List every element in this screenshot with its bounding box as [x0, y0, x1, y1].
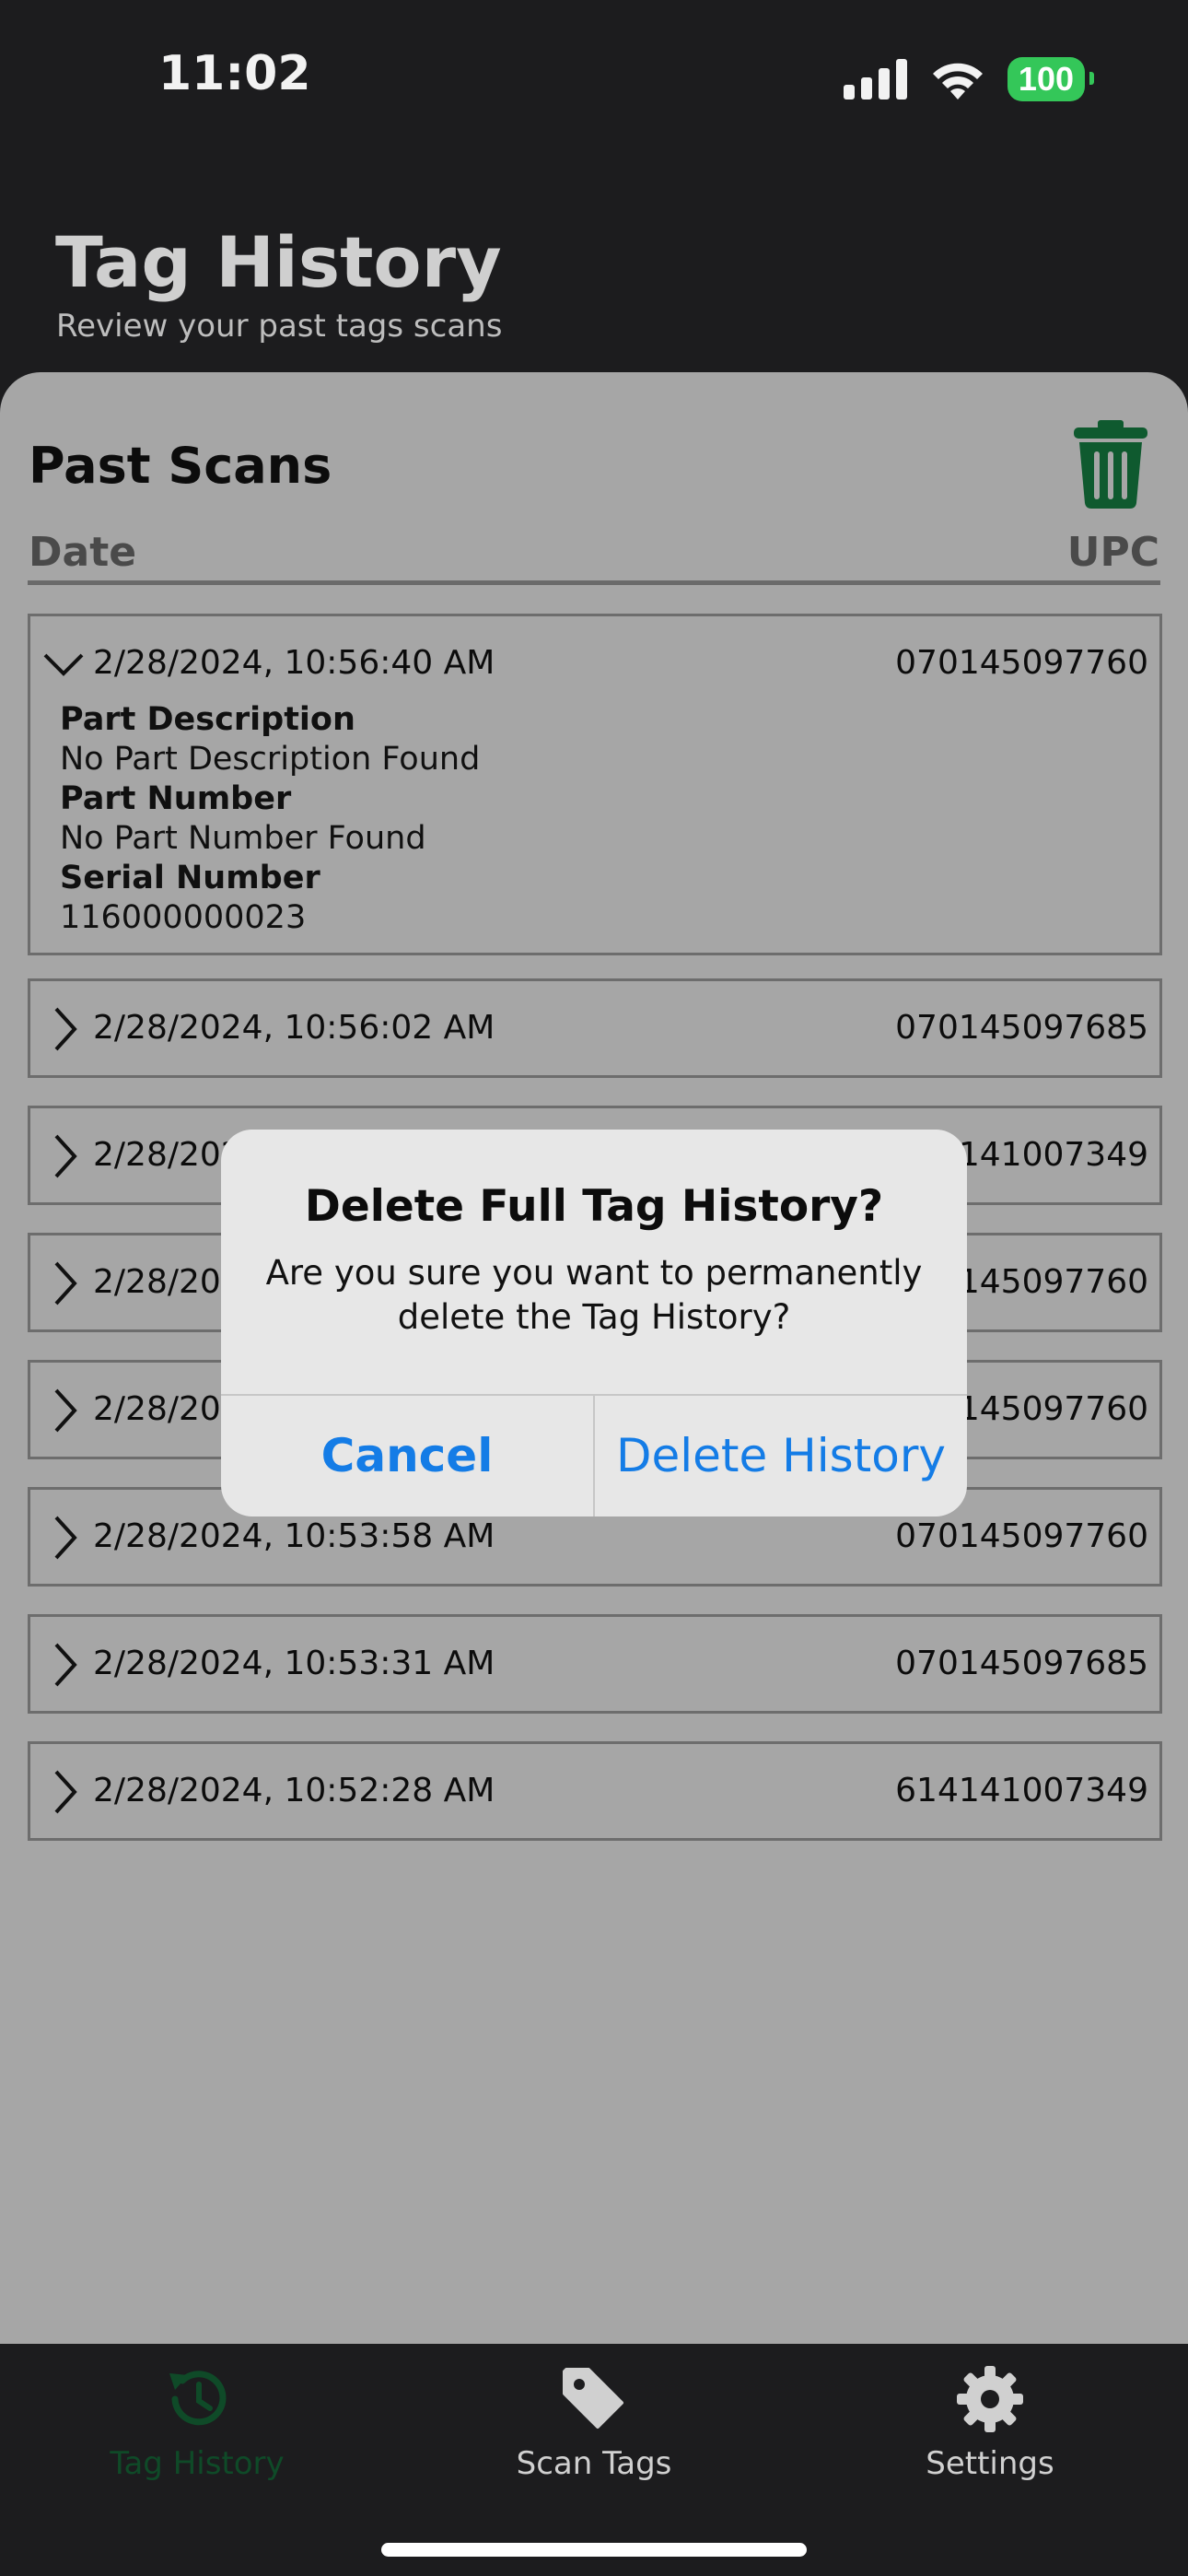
- page-title: Tag History: [55, 221, 502, 303]
- part-number-label: Part Number: [60, 780, 292, 817]
- scan-date: 2/28/2024, 10:56:40 AM: [93, 644, 495, 682]
- scan-date: 2/28/2024, 10:56:02 AM: [93, 1009, 495, 1047]
- chevron-right-icon[interactable]: [41, 1001, 86, 1057]
- scan-upc: 145097760: [958, 1390, 1148, 1428]
- chevron-right-icon[interactable]: [41, 1764, 86, 1820]
- cellular-signal-icon: [843, 59, 907, 100]
- status-icons: 100: [843, 57, 1095, 101]
- wifi-icon: [932, 63, 983, 100]
- scan-date: 2/28/2024, 10:53:31 AM: [93, 1645, 495, 1682]
- chevron-down-icon[interactable]: [41, 637, 86, 692]
- scan-row-expanded[interactable]: 2/28/2024, 10:56:40 AM 070145097760 Part…: [28, 614, 1162, 955]
- serial-number-label: Serial Number: [60, 860, 320, 896]
- chevron-right-icon[interactable]: [41, 1256, 86, 1311]
- scan-date: 2/28/202: [93, 1136, 242, 1174]
- scan-date: 2/28/202: [93, 1263, 242, 1301]
- delete-history-button[interactable]: Delete History: [595, 1396, 967, 1516]
- scan-upc: 070145097760: [895, 644, 1148, 682]
- page-subtitle: Review your past tags scans: [56, 308, 503, 345]
- scan-row[interactable]: 2/28/2024, 10:56:02 AM 070145097685: [28, 978, 1162, 1078]
- serial-number-value: 116000000023: [60, 899, 307, 936]
- part-description-label: Part Description: [60, 701, 355, 738]
- scan-row[interactable]: 2/28/2024, 10:52:28 AM 614141007349: [28, 1741, 1162, 1841]
- tab-scan-tags[interactable]: Scan Tags: [456, 2344, 732, 2528]
- scan-date: 2/28/202: [93, 1390, 242, 1428]
- scan-upc: 145097760: [958, 1263, 1148, 1301]
- scan-upc: 070145097760: [895, 1517, 1148, 1555]
- tab-settings[interactable]: Settings: [852, 2344, 1128, 2528]
- chevron-right-icon[interactable]: [41, 1129, 86, 1184]
- column-header-date: Date: [29, 529, 137, 576]
- chevron-right-icon[interactable]: [41, 1637, 86, 1692]
- scan-date: 2/28/2024, 10:52:28 AM: [93, 1772, 495, 1809]
- status-time: 11:02: [158, 46, 311, 101]
- dialog-message: Are you sure you want to permanently del…: [265, 1253, 923, 1337]
- gear-icon: [957, 2366, 1023, 2432]
- tab-tag-history[interactable]: Tag History: [59, 2344, 335, 2528]
- battery-indicator: 100: [1007, 57, 1095, 101]
- delete-history-dialog: Delete Full Tag History? Are you sure yo…: [221, 1130, 967, 1516]
- dialog-title: Delete Full Tag History?: [304, 1181, 884, 1232]
- column-header-upc: UPC: [1066, 529, 1159, 576]
- history-icon: [169, 2371, 227, 2426]
- status-bar: 11:02 100: [0, 0, 1188, 157]
- chevron-right-icon[interactable]: [41, 1510, 86, 1565]
- scan-upc: 070145097685: [895, 1645, 1148, 1682]
- part-number-value: No Part Number Found: [60, 820, 426, 857]
- trash-icon[interactable]: [1072, 420, 1149, 509]
- scan-upc: 141007349: [958, 1136, 1148, 1174]
- tab-label: Tag History: [110, 2445, 285, 2482]
- chevron-right-icon[interactable]: [41, 1383, 86, 1438]
- cancel-button[interactable]: Cancel: [221, 1396, 593, 1516]
- tab-bar: Tag History Scan Tags Settings: [0, 2344, 1188, 2576]
- scan-upc: 614141007349: [895, 1772, 1148, 1809]
- scan-upc: 070145097685: [895, 1009, 1148, 1047]
- page-header: Tag History Review your past tags scans: [0, 157, 1188, 378]
- home-indicator[interactable]: [381, 2543, 807, 2557]
- header-divider: [28, 580, 1160, 585]
- scan-row[interactable]: 2/28/2024, 10:53:31 AM 070145097685: [28, 1614, 1162, 1714]
- tab-label: Settings: [926, 2445, 1054, 2482]
- section-title: Past Scans: [29, 437, 332, 495]
- tab-label: Scan Tags: [516, 2445, 672, 2482]
- tag-icon: [563, 2368, 623, 2429]
- part-description-value: No Part Description Found: [60, 741, 481, 778]
- scan-date: 2/28/2024, 10:53:58 AM: [93, 1517, 495, 1555]
